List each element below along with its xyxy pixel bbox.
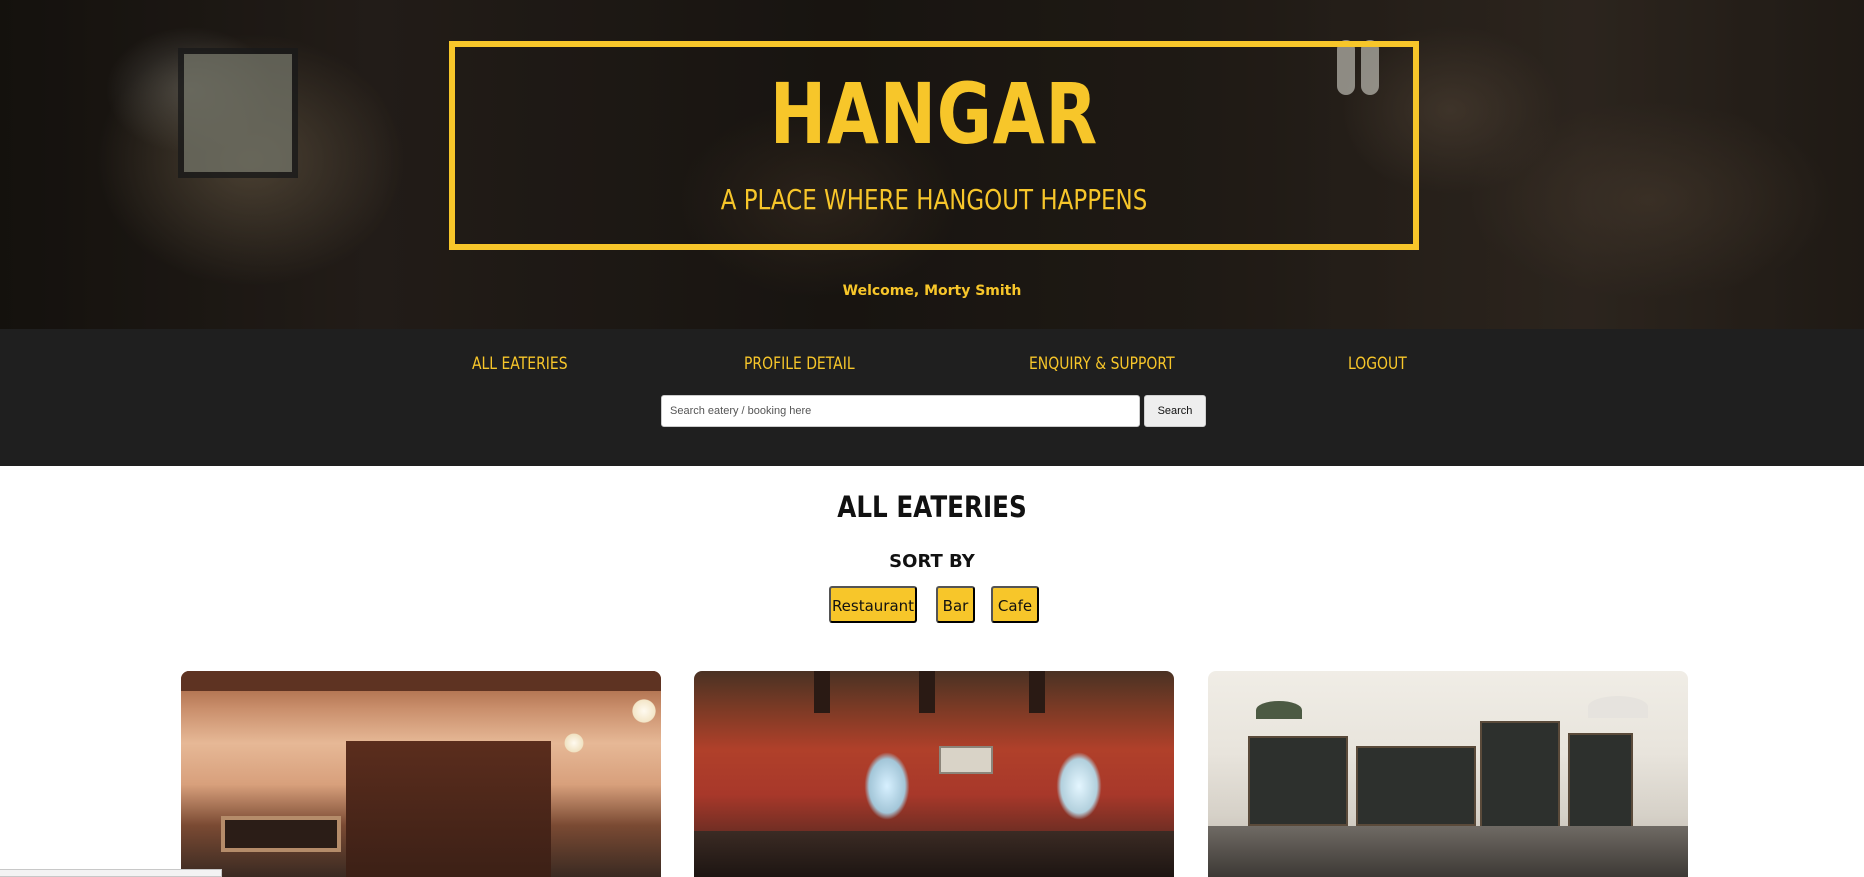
- brand-frame: HANGAR A PLACE WHERE HANGOUT HAPPENS: [449, 41, 1419, 250]
- eatery-card-image[interactable]: [1208, 671, 1688, 877]
- nav-logout[interactable]: LOGOUT: [1348, 349, 1407, 379]
- eatery-card-image[interactable]: [694, 671, 1174, 877]
- sort-cafe-button[interactable]: Cafe: [991, 586, 1039, 623]
- browser-status-bar: [0, 869, 222, 877]
- search-button[interactable]: Search: [1144, 395, 1206, 427]
- sort-by-heading: SORT BY: [889, 551, 975, 572]
- nav-profile-detail[interactable]: PROFILE DETAIL: [744, 349, 855, 379]
- brand-title: HANGAR: [769, 65, 1099, 163]
- eatery-card-image[interactable]: [181, 671, 661, 877]
- search-input[interactable]: [661, 395, 1140, 427]
- wall-picture-frame: [178, 48, 298, 178]
- sort-restaurant-button[interactable]: Restaurant: [829, 586, 917, 623]
- section-title: ALL EATERIES: [837, 490, 1027, 524]
- brand-tagline: A PLACE WHERE HANGOUT HAPPENS: [720, 183, 1148, 216]
- nav-all-eateries[interactable]: ALL EATERIES: [472, 349, 568, 379]
- sort-bar-button[interactable]: Bar: [936, 586, 975, 623]
- welcome-message: Welcome, Morty Smith: [842, 283, 1022, 299]
- nav-enquiry-support[interactable]: ENQUIRY & SUPPORT: [1029, 349, 1175, 379]
- hero-banner: HANGAR A PLACE WHERE HANGOUT HAPPENS Wel…: [0, 0, 1864, 329]
- main-navigation: ALL EATERIES PROFILE DETAIL ENQUIRY & SU…: [0, 329, 1864, 466]
